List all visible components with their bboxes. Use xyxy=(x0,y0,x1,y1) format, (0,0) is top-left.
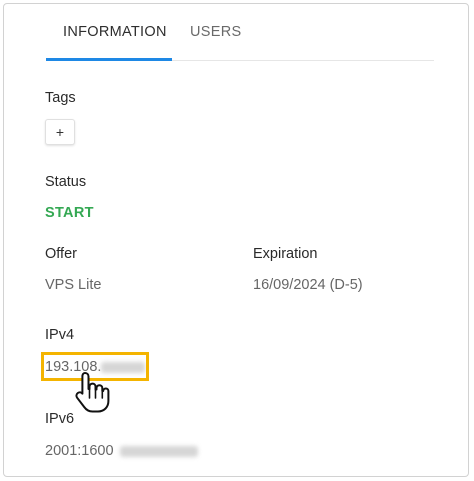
ipv6-value: 2001:1600 xyxy=(45,443,198,459)
active-tab-indicator xyxy=(46,58,172,61)
ipv4-label: IPv4 xyxy=(45,327,75,343)
hand-pointer-icon xyxy=(75,372,110,413)
offer-value: VPS Lite xyxy=(45,277,102,293)
ipv6-label: IPv6 xyxy=(45,411,75,427)
add-tag-button[interactable]: + xyxy=(45,119,75,145)
ipv6-redacted xyxy=(119,445,198,457)
expiration-label: Expiration xyxy=(253,246,318,262)
expiration-value: 16/09/2024 (D-5) xyxy=(253,277,363,293)
tab-users[interactable]: USERS xyxy=(190,4,241,60)
server-info-panel: INFORMATION USERS Tags + Status START Of… xyxy=(3,3,469,477)
offer-label: Offer xyxy=(45,246,77,262)
status-label: Status xyxy=(45,174,87,190)
tab-information[interactable]: INFORMATION xyxy=(63,4,167,60)
tab-bar: INFORMATION USERS xyxy=(46,4,434,61)
ipv6-visible-part: 2001:1600 xyxy=(45,443,114,459)
status-value: START xyxy=(45,205,94,221)
tags-label: Tags xyxy=(45,90,76,106)
